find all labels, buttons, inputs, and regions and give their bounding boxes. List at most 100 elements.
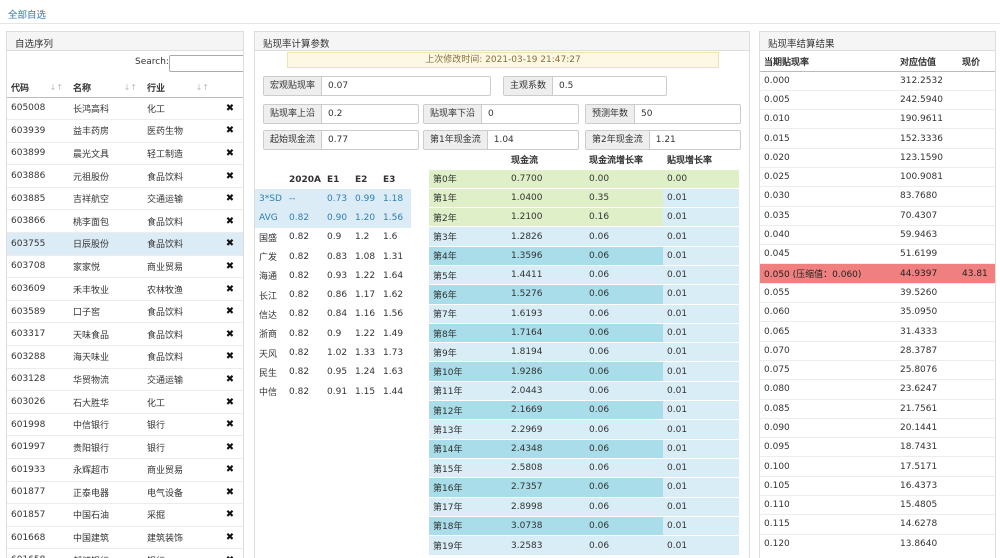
delete-icon[interactable]: ✖ — [215, 480, 243, 504]
watchlist-row[interactable]: 603589 口子窖 食品饮料 ✖ — [7, 299, 243, 323]
delete-icon[interactable]: ✖ — [215, 299, 243, 323]
col-header-code[interactable]: 代码 ↓↑ — [7, 78, 69, 98]
watchlist-row[interactable]: 601933 永辉超市 商业贸易 ✖ — [7, 458, 243, 482]
stock-code[interactable]: 603885 — [7, 186, 69, 210]
rate-upper-value[interactable]: 0.2 — [322, 105, 418, 123]
col-header-industry[interactable]: 行业 ↓↑ — [143, 78, 215, 98]
stock-code[interactable]: 601998 — [7, 412, 69, 436]
cf-y1-field[interactable]: 第1年现金流 1.04 — [423, 130, 579, 150]
sort-icon[interactable]: ↓↑ — [196, 83, 209, 92]
watchlist-row[interactable]: 601877 正泰电器 电气设备 ✖ — [7, 480, 243, 504]
delete-icon[interactable]: ✖ — [215, 277, 243, 301]
all-watchlist-link[interactable]: 全部自选 — [8, 7, 46, 21]
watchlist-row[interactable]: 603755 日辰股份 食品饮料 ✖ — [7, 232, 243, 256]
stock-code[interactable]: 603866 — [7, 209, 69, 233]
stock-code[interactable]: 601997 — [7, 435, 69, 459]
cf-y1-value[interactable]: 1.04 — [488, 131, 578, 149]
watchlist-row[interactable]: 603939 益丰药房 医药生物 ✖ — [7, 119, 243, 143]
delete-icon[interactable]: ✖ — [215, 458, 243, 482]
stock-name[interactable]: 晨光文具 — [69, 141, 143, 165]
subject-coef-value[interactable]: 0.5 — [553, 77, 666, 95]
delete-icon[interactable]: ✖ — [215, 435, 243, 459]
stock-code[interactable]: 605008 — [7, 96, 69, 120]
watchlist-row[interactable]: 603885 吉祥航空 交通运输 ✖ — [7, 186, 243, 210]
delete-icon[interactable]: ✖ — [215, 412, 243, 436]
delete-icon[interactable]: ✖ — [215, 141, 243, 165]
delete-icon[interactable]: ✖ — [215, 119, 243, 143]
stock-code[interactable]: 601933 — [7, 458, 69, 482]
stock-name[interactable]: 邮储银行 — [69, 548, 143, 558]
delete-icon[interactable]: ✖ — [215, 525, 243, 549]
delete-icon[interactable]: ✖ — [215, 503, 243, 527]
stock-code[interactable]: 603589 — [7, 299, 69, 323]
forecast-years-value[interactable]: 50 — [635, 105, 740, 123]
rate-lower-field[interactable]: 贴现率下沿 0 — [423, 104, 579, 124]
stock-name[interactable]: 永辉超市 — [69, 458, 143, 482]
stock-code[interactable]: 603317 — [7, 322, 69, 346]
stock-code[interactable]: 603939 — [7, 119, 69, 143]
sort-icon[interactable]: ↓↑ — [50, 83, 63, 92]
delete-icon[interactable]: ✖ — [215, 232, 243, 256]
watchlist-row[interactable]: 603317 天味食品 食品饮料 ✖ — [7, 322, 243, 346]
cf-y2-value[interactable]: 1.21 — [650, 131, 740, 149]
watchlist-row[interactable]: 603886 元祖股份 食品饮料 ✖ — [7, 164, 243, 188]
macro-rate-value[interactable]: 0.07 — [322, 77, 490, 95]
watchlist-row[interactable]: 603288 海天味业 食品饮料 ✖ — [7, 345, 243, 369]
macro-rate-field[interactable]: 宏观贴现率 0.07 — [263, 76, 491, 96]
stock-code[interactable]: 601658 — [7, 548, 69, 558]
stock-name[interactable]: 贵阳银行 — [69, 435, 143, 459]
delete-icon[interactable]: ✖ — [215, 96, 243, 120]
stock-name[interactable]: 中国建筑 — [69, 525, 143, 549]
stock-code[interactable]: 603708 — [7, 254, 69, 278]
stock-name[interactable]: 家家悦 — [69, 254, 143, 278]
watchlist-row[interactable]: 603609 禾丰牧业 农林牧渔 ✖ — [7, 277, 243, 301]
stock-code[interactable]: 603899 — [7, 141, 69, 165]
delete-icon[interactable]: ✖ — [215, 390, 243, 414]
delete-icon[interactable]: ✖ — [215, 548, 243, 558]
watchlist-row[interactable]: 605008 长鸿高科 化工 ✖ — [7, 96, 243, 120]
stock-code[interactable]: 603755 — [7, 232, 69, 256]
stock-name[interactable]: 吉祥航空 — [69, 186, 143, 210]
watchlist-row[interactable]: 601857 中国石油 采掘 ✖ — [7, 503, 243, 527]
stock-name[interactable]: 正泰电器 — [69, 480, 143, 504]
stock-name[interactable]: 益丰药房 — [69, 119, 143, 143]
watchlist-row[interactable]: 601668 中国建筑 建筑装饰 ✖ — [7, 525, 243, 549]
stock-name[interactable]: 中国石油 — [69, 503, 143, 527]
watchlist-row[interactable]: 601998 中信银行 银行 ✖ — [7, 412, 243, 436]
stock-code[interactable]: 601668 — [7, 525, 69, 549]
delete-icon[interactable]: ✖ — [215, 186, 243, 210]
stock-name[interactable]: 口子窖 — [69, 299, 143, 323]
search-input[interactable] — [169, 55, 243, 72]
stock-name[interactable]: 长鸿高科 — [69, 96, 143, 120]
stock-name[interactable]: 桃李面包 — [69, 209, 143, 233]
stock-code[interactable]: 601877 — [7, 480, 69, 504]
watchlist-row[interactable]: 603866 桃李面包 食品饮料 ✖ — [7, 209, 243, 233]
rate-lower-value[interactable]: 0 — [482, 105, 578, 123]
stock-code[interactable]: 603609 — [7, 277, 69, 301]
stock-name[interactable]: 海天味业 — [69, 345, 143, 369]
stock-code[interactable]: 603886 — [7, 164, 69, 188]
stock-code[interactable]: 601857 — [7, 503, 69, 527]
sort-icon[interactable]: ↓↑ — [124, 83, 137, 92]
stock-name[interactable]: 元祖股份 — [69, 164, 143, 188]
delete-icon[interactable]: ✖ — [215, 164, 243, 188]
stock-name[interactable]: 华贸物流 — [69, 367, 143, 391]
stock-name[interactable]: 中信银行 — [69, 412, 143, 436]
stock-name[interactable]: 天味食品 — [69, 322, 143, 346]
start-cf-field[interactable]: 起始现金流 0.77 — [263, 130, 419, 150]
watchlist-row[interactable]: 603026 石大胜华 化工 ✖ — [7, 390, 243, 414]
stock-code[interactable]: 603288 — [7, 345, 69, 369]
delete-icon[interactable]: ✖ — [215, 345, 243, 369]
rate-upper-field[interactable]: 贴现率上沿 0.2 — [263, 104, 419, 124]
col-header-name[interactable]: 名称 ↓↑ — [69, 78, 143, 98]
cf-y2-field[interactable]: 第2年现金流 1.21 — [585, 130, 741, 150]
delete-icon[interactable]: ✖ — [215, 209, 243, 233]
watchlist-row[interactable]: 601997 贵阳银行 银行 ✖ — [7, 435, 243, 459]
delete-icon[interactable]: ✖ — [215, 322, 243, 346]
watchlist-row[interactable]: 601658邮储银行银行✖ — [7, 548, 243, 558]
forecast-years-field[interactable]: 预测年数 50 — [585, 104, 741, 124]
watchlist-row[interactable]: 603708 家家悦 商业贸易 ✖ — [7, 254, 243, 278]
subject-coef-field[interactable]: 主观系数 0.5 — [503, 76, 667, 96]
watchlist-row[interactable]: 603899 晨光文具 轻工制造 ✖ — [7, 141, 243, 165]
stock-name[interactable]: 禾丰牧业 — [69, 277, 143, 301]
